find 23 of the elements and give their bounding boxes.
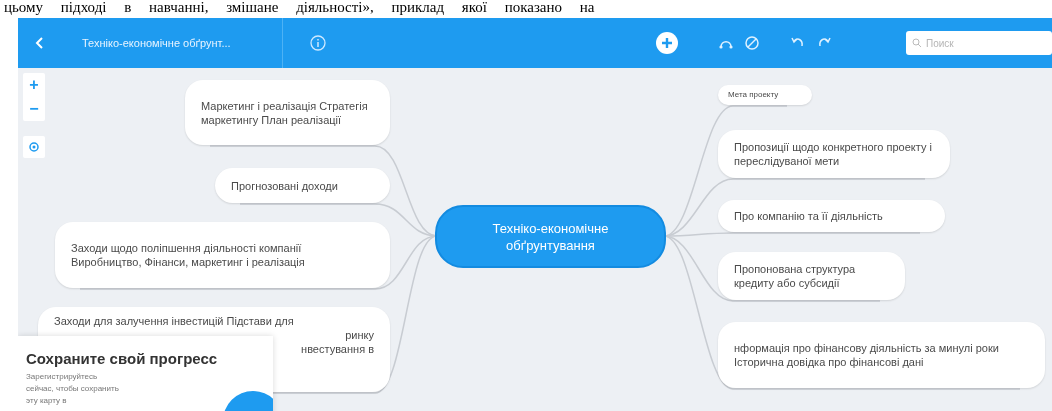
topic-node[interactable]: Маркетинг і реалізація Стратегія маркетингу План реалізації bbox=[185, 80, 390, 145]
topic-node[interactable]: Про компанію та її діяльність bbox=[718, 200, 945, 232]
topic-node[interactable]: Заходи щодо поліпшення діяльності компанії Виробництво, Фінанси, маркетинг і реалізація bbox=[55, 222, 390, 288]
topic-text[interactable]: ринку bbox=[345, 328, 374, 342]
popup-text: Зарегистрируйтесь сейчас, чтобы сохранить эту карту в bbox=[26, 371, 120, 407]
topic-node[interactable]: нформація про фінансову діяльність за минулі роки Історична довідка про фінансові дані bbox=[718, 322, 1045, 388]
topic-text[interactable]: нвестування в bbox=[301, 342, 374, 356]
target-icon bbox=[28, 141, 40, 153]
popup-title: Сохраните свой прогресс bbox=[26, 350, 219, 367]
map-title: Техніко-економічне обґрунт... bbox=[82, 37, 232, 49]
search-field[interactable]: Поиск bbox=[906, 31, 1052, 55]
info-icon[interactable] bbox=[309, 34, 327, 52]
topic-node[interactable]: Пропонована структура кредиту або субсидії bbox=[718, 252, 905, 300]
topic-node[interactable]: Прогнозовані доходи bbox=[215, 168, 390, 203]
plus-icon bbox=[661, 37, 673, 49]
center-view-button[interactable] bbox=[23, 136, 45, 158]
topic-node[interactable]: Мета проекту bbox=[718, 85, 812, 105]
search-icon bbox=[912, 38, 922, 48]
block-icon[interactable] bbox=[744, 35, 760, 51]
topic-node[interactable]: Пропозиції щодо конкретного проекту і переслідуваної мети bbox=[718, 130, 950, 178]
add-button[interactable] bbox=[656, 32, 678, 54]
document-text: цьому підході в навчанні, змішане діяльності», приклад якої показано на bbox=[3, 0, 596, 15]
topic-text[interactable]: Заходи для залучення інвестицій Підстави для bbox=[54, 314, 294, 328]
